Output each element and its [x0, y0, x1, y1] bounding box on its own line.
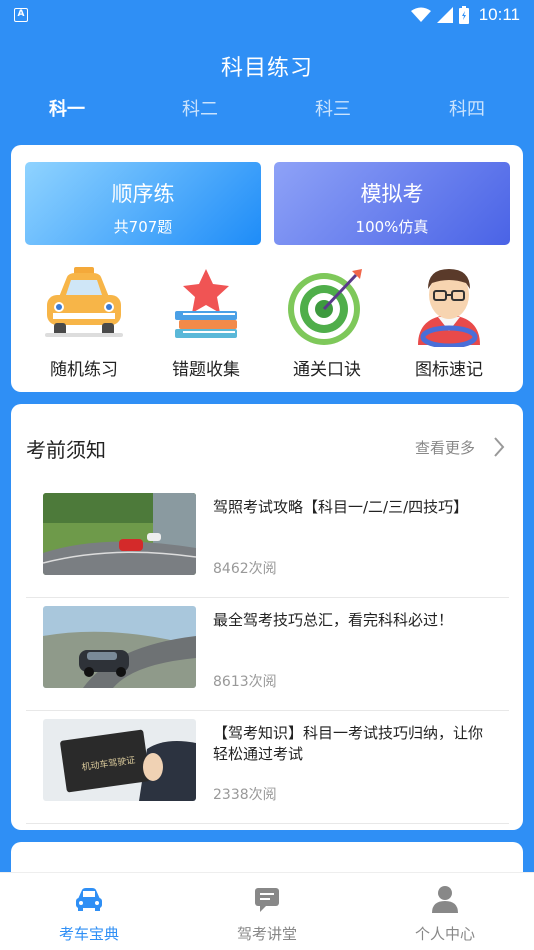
view-more-link[interactable]: 查看更多: [415, 436, 505, 458]
taxi-icon: [45, 267, 123, 337]
signal-icon: [436, 7, 453, 23]
driver-icon: [418, 269, 480, 349]
status-time: 10:11: [478, 5, 520, 24]
article-item[interactable]: 驾照考试攻略【科目一/二/三/四技巧】 8462次阅: [26, 485, 509, 598]
status-icons: 10:11: [410, 5, 520, 25]
car-icon: [76, 888, 102, 911]
sign-memory-button[interactable]: 图标速记: [394, 265, 504, 380]
wrong-questions-button[interactable]: 错题收集: [151, 265, 261, 380]
mock-exam-button[interactable]: 模拟考 100%仿真: [274, 162, 510, 245]
page-title: 科目练习: [220, 56, 313, 81]
person-icon: [432, 886, 458, 913]
article-title: 最全驾考技巧总汇，看完科科必过！: [213, 611, 454, 629]
section-title: 考前须知: [26, 438, 106, 462]
article-title: 【驾考知识】科目一考试技巧归纳，让你轻松通过考试: [213, 724, 484, 763]
sequential-title: 顺序练: [111, 182, 175, 206]
chat-icon: [255, 888, 279, 912]
article-read-count: 8613次阅: [213, 674, 277, 690]
pass-tips-button[interactable]: 通关口诀: [272, 265, 382, 380]
article-read-count: 2338次阅: [213, 787, 277, 803]
article-read-count: 8462次阅: [213, 561, 277, 577]
battery-icon: [458, 6, 469, 24]
feature-label: 错题收集: [172, 360, 240, 380]
nav-item-car-guide[interactable]: 考车宝典: [0, 885, 178, 944]
tab-subject-3[interactable]: 科三: [293, 95, 373, 121]
article-title: 驾照考试攻略【科目一/二/三/四技巧】: [213, 498, 469, 516]
nav-label: 个人中心: [414, 925, 475, 943]
feature-label: 随机练习: [50, 360, 118, 380]
article-thumbnail: [43, 606, 196, 688]
feature-label: 通关口诀: [293, 360, 361, 380]
article-thumbnail: [43, 493, 196, 575]
nav-item-profile[interactable]: 个人中心: [356, 885, 534, 944]
view-more-label: 查看更多: [414, 438, 475, 457]
status-bar: A 10:11: [0, 0, 534, 30]
practice-card: 顺序练 共707题 模拟考 100%仿真 随机练习 错题收集 通关口诀 图标速记: [11, 145, 523, 392]
bottom-nav: 考车宝典 驾考讲堂 个人中心: [0, 872, 534, 950]
article-item[interactable]: 机动车驾驶证 【驾考知识】科目一考试技巧归纳，让你轻松通过考试 2338次阅: [26, 711, 509, 824]
feature-label: 图标速记: [415, 360, 483, 380]
mock-title: 模拟考: [360, 182, 424, 206]
nav-label: 考车宝典: [58, 925, 119, 943]
star-books-icon: [175, 269, 237, 338]
tab-subject-2[interactable]: 科二: [160, 95, 240, 121]
target-icon: [288, 269, 362, 345]
sequential-subtitle: 共707题: [113, 218, 173, 236]
mock-subtitle: 100%仿真: [355, 218, 429, 236]
wifi-icon: [410, 7, 431, 22]
chevron-right-icon: [494, 437, 505, 457]
notification-icon: A: [14, 8, 28, 22]
random-practice-button[interactable]: 随机练习: [29, 265, 139, 380]
subject-tabs: 科一 科二 科三 科四: [0, 95, 534, 121]
article-thumbnail: 机动车驾驶证: [43, 719, 196, 801]
tab-subject-4[interactable]: 科四: [427, 95, 507, 121]
article-item[interactable]: 最全驾考技巧总汇，看完科科必过！ 8613次阅: [26, 598, 509, 711]
nav-item-lecture[interactable]: 驾考讲堂: [178, 885, 356, 944]
nav-label: 驾考讲堂: [236, 925, 297, 943]
tab-subject-1[interactable]: 科一: [27, 95, 107, 121]
sequential-practice-button[interactable]: 顺序练 共707题: [25, 162, 261, 245]
news-card: 考前须知 查看更多 驾照考试攻略【科目一/二/三/四技巧】 8462次阅 最全驾…: [11, 404, 523, 830]
